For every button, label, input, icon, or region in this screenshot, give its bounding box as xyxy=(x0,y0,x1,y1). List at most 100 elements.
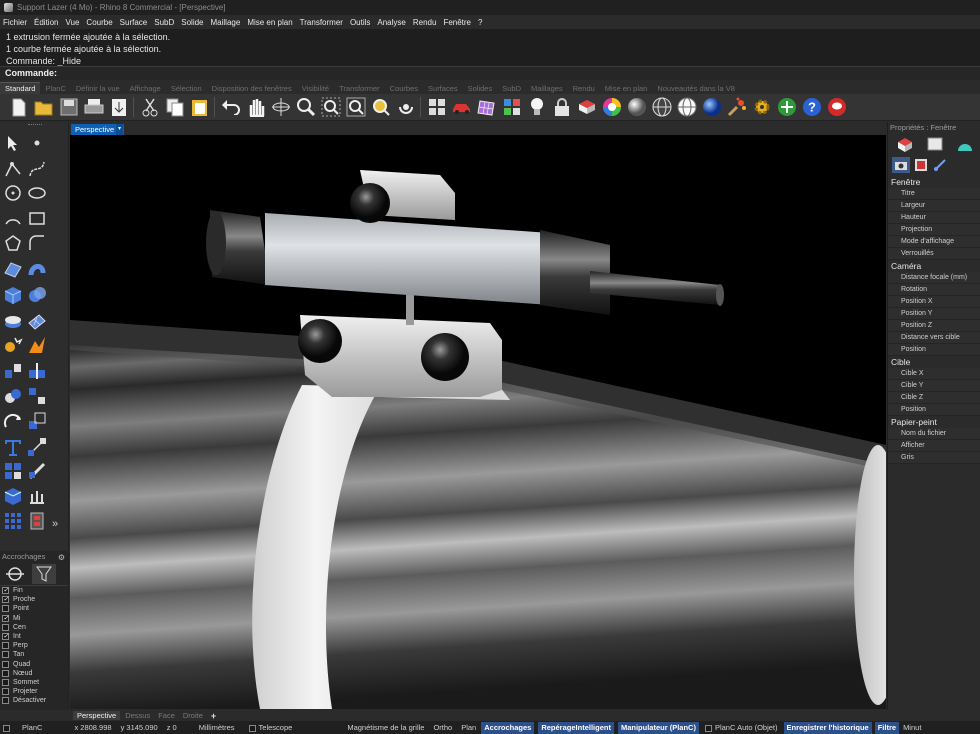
snap-checkbox[interactable] xyxy=(2,651,9,659)
gumball-icon[interactable] xyxy=(776,97,797,118)
tab-disposition[interactable]: Disposition des fenêtres xyxy=(207,83,297,94)
snap-item-cen[interactable]: Cen xyxy=(0,623,68,632)
snap-checkbox[interactable] xyxy=(2,669,9,677)
property-row[interactable]: Nom du fichier xyxy=(888,428,980,440)
status-gumball[interactable]: Manipulateur (PlanC) xyxy=(617,721,699,734)
point-icon[interactable] xyxy=(26,132,48,154)
tab-rendu[interactable]: Rendu xyxy=(568,83,600,94)
snap-item-n-ud[interactable]: Nœud xyxy=(0,669,68,678)
polyline-icon[interactable] xyxy=(2,158,24,180)
print-icon[interactable] xyxy=(83,97,104,118)
snap-checkbox[interactable] xyxy=(2,605,9,613)
grid-dots-icon[interactable] xyxy=(2,510,24,532)
camera-icon[interactable] xyxy=(892,157,910,173)
chat-icon[interactable] xyxy=(826,97,847,118)
toolbar-grip[interactable] xyxy=(28,124,42,126)
spray-icon[interactable] xyxy=(726,97,747,118)
menu-rendu[interactable]: Rendu xyxy=(413,18,437,27)
viewport-icon[interactable] xyxy=(913,157,929,175)
menu-mise-en-plan[interactable]: Mise en plan xyxy=(247,18,292,27)
status-plan[interactable]: Plan xyxy=(461,723,476,732)
snap-item-projeter[interactable]: Projeter xyxy=(0,687,68,696)
material-icon[interactable] xyxy=(896,137,914,155)
properties-section-header[interactable]: Papier-peint xyxy=(888,416,980,428)
tab-dessus[interactable]: Dessus xyxy=(125,711,150,720)
tab-droite[interactable]: Droite xyxy=(183,711,203,720)
menu-fenetre[interactable]: Fenêtre xyxy=(443,18,471,27)
properties-section-header[interactable]: Fenêtre xyxy=(888,176,980,188)
menu-courbe[interactable]: Courbe xyxy=(86,18,112,27)
status-auto-cplane[interactable]: PlanC Auto (Objet) xyxy=(704,723,778,732)
explode-icon[interactable] xyxy=(2,334,24,356)
tab-planc[interactable]: PlanC xyxy=(40,83,70,94)
paste-icon[interactable] xyxy=(189,97,210,118)
text-icon[interactable] xyxy=(2,436,24,458)
property-row[interactable]: Afficher xyxy=(888,440,980,452)
surface-icon[interactable] xyxy=(2,258,24,280)
scale-icon[interactable] xyxy=(26,410,48,432)
zoom-extents-icon[interactable] xyxy=(345,97,366,118)
dimension-icon[interactable] xyxy=(26,436,48,458)
cut-icon[interactable] xyxy=(139,97,160,118)
render-sphere-icon[interactable] xyxy=(676,97,697,118)
tab-maillages[interactable]: Maillages xyxy=(526,83,568,94)
polygon-icon[interactable] xyxy=(2,232,24,254)
snap-item-proche[interactable]: ✓ Proche xyxy=(0,595,68,604)
command-input[interactable]: Commande: xyxy=(0,66,980,80)
light-icon[interactable] xyxy=(526,97,547,118)
array-icon[interactable] xyxy=(2,460,24,482)
curve-icon[interactable] xyxy=(26,158,48,180)
wire-sphere-icon[interactable] xyxy=(651,97,672,118)
mesh-icon[interactable] xyxy=(26,310,48,332)
open-icon[interactable] xyxy=(33,97,54,118)
properties-section-header[interactable]: Cible xyxy=(888,356,980,368)
pan-icon[interactable] xyxy=(245,97,266,118)
snap-item-int[interactable]: ✓ Int xyxy=(0,632,68,641)
osnap-filter-icon[interactable] xyxy=(32,564,56,584)
property-row[interactable]: Position Y xyxy=(888,308,980,320)
snap-checkbox[interactable] xyxy=(2,660,9,668)
circle-icon[interactable] xyxy=(2,182,24,204)
join-icon[interactable] xyxy=(2,385,24,407)
boolean-icon[interactable] xyxy=(26,334,48,356)
snap-checkbox[interactable] xyxy=(2,623,9,631)
grid-icon[interactable] xyxy=(476,97,497,118)
zoom-selected-icon[interactable] xyxy=(370,97,391,118)
property-row[interactable]: Distance vers cible xyxy=(888,332,980,344)
menu-outils[interactable]: Outils xyxy=(350,18,370,27)
menu-subd[interactable]: SubD xyxy=(154,18,174,27)
menu-fichier[interactable]: Fichier xyxy=(3,18,27,27)
property-row[interactable]: Cible Y xyxy=(888,380,980,392)
menu-vue[interactable]: Vue xyxy=(65,18,79,27)
zoom-window-icon[interactable] xyxy=(320,97,341,118)
menu-help[interactable]: ? xyxy=(478,18,482,27)
tab-visibilite[interactable]: Visibilité xyxy=(297,83,334,94)
property-row[interactable]: Verrouillés xyxy=(888,248,980,260)
four-views-icon[interactable] xyxy=(426,97,447,118)
analyze-icon[interactable] xyxy=(26,460,48,482)
zoom-icon[interactable] xyxy=(295,97,316,118)
snap-checkbox[interactable]: ✓ xyxy=(2,596,9,604)
menu-analyse[interactable]: Analyse xyxy=(377,18,405,27)
osnap-target-icon[interactable] xyxy=(4,565,26,583)
tab-transformer[interactable]: Transformer xyxy=(334,83,385,94)
status-filter[interactable]: Filtre xyxy=(874,721,900,734)
property-row[interactable]: Largeur xyxy=(888,200,980,212)
status-grid-snap[interactable]: Magnétisme de la grille xyxy=(347,723,424,732)
tab-solides[interactable]: Solides xyxy=(463,83,498,94)
sphere-solid-icon[interactable] xyxy=(26,284,48,306)
property-row[interactable]: Titre xyxy=(888,188,980,200)
trim-icon[interactable] xyxy=(26,360,48,382)
expand-toolbar-icon[interactable]: » xyxy=(44,512,66,534)
property-row[interactable]: Position xyxy=(888,404,980,416)
import-icon[interactable] xyxy=(108,97,129,118)
cylinder-icon[interactable] xyxy=(2,310,24,332)
blue-sphere-icon[interactable] xyxy=(701,97,722,118)
snap-checkbox[interactable] xyxy=(2,642,9,650)
menu-solide[interactable]: Solide xyxy=(181,18,203,27)
rectangle-icon[interactable] xyxy=(26,207,48,229)
snap-checkbox[interactable] xyxy=(2,678,9,686)
tab-courbes[interactable]: Courbes xyxy=(385,83,423,94)
snap-item-sommet[interactable]: Sommet xyxy=(0,678,68,687)
menu-maillage[interactable]: Maillage xyxy=(211,18,241,27)
